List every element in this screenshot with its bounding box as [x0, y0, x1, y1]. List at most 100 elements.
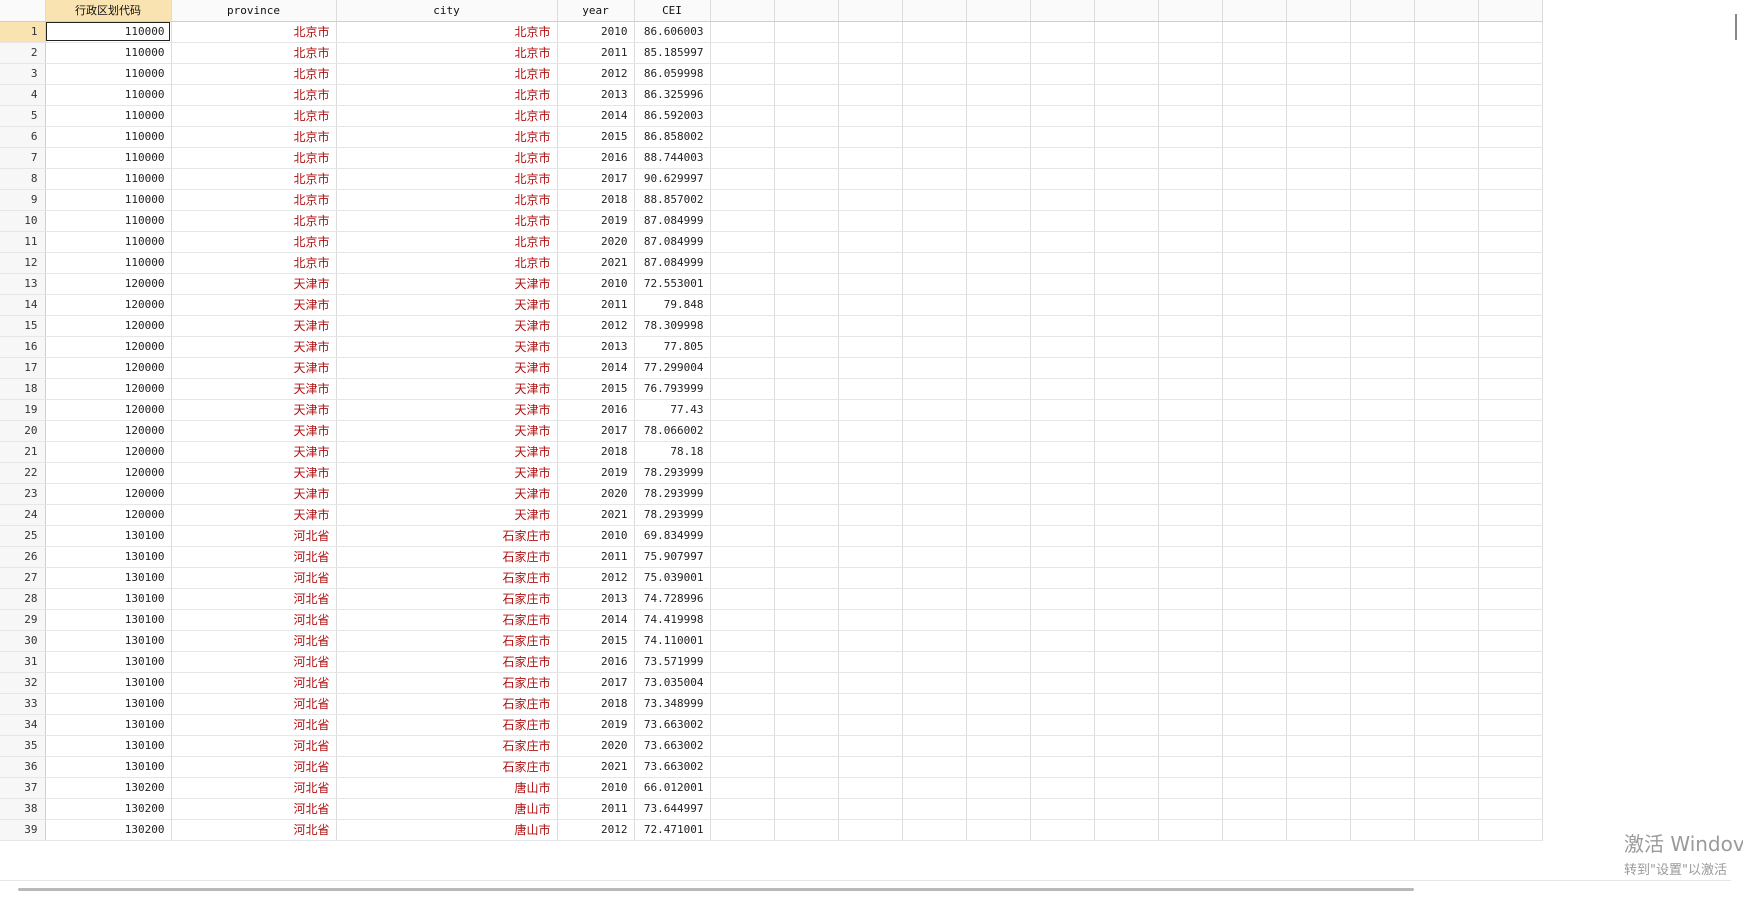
empty-cell[interactable] [1478, 357, 1543, 379]
empty-cell[interactable] [710, 189, 775, 211]
empty-cell[interactable] [1414, 651, 1479, 673]
empty-cell[interactable] [1030, 504, 1095, 526]
data-cell[interactable]: 天津市 [336, 504, 558, 526]
data-cell[interactable]: 130100 [45, 609, 172, 631]
empty-cell[interactable] [1222, 735, 1287, 757]
empty-cell[interactable] [1158, 441, 1223, 463]
empty-column-header[interactable] [1414, 0, 1479, 22]
data-cell[interactable]: 天津市 [171, 399, 337, 421]
data-cell[interactable]: 86.858002 [634, 126, 711, 148]
empty-cell[interactable] [774, 420, 839, 442]
empty-cell[interactable] [1414, 210, 1479, 232]
data-cell[interactable]: 天津市 [171, 294, 337, 316]
empty-cell[interactable] [1478, 693, 1543, 715]
empty-cell[interactable] [838, 735, 903, 757]
empty-cell[interactable] [1478, 588, 1543, 610]
empty-cell[interactable] [902, 231, 967, 253]
empty-cell[interactable] [838, 357, 903, 379]
empty-cell[interactable] [1286, 231, 1351, 253]
empty-cell[interactable] [710, 693, 775, 715]
empty-cell[interactable] [1030, 819, 1095, 841]
data-cell[interactable]: 2010 [557, 21, 635, 43]
empty-cell[interactable] [1350, 252, 1415, 274]
data-cell[interactable]: 北京市 [336, 42, 558, 64]
empty-cell[interactable] [1286, 357, 1351, 379]
empty-cell[interactable] [1094, 378, 1159, 400]
vertical-scroll-thumb[interactable] [1735, 14, 1737, 40]
empty-cell[interactable] [1158, 609, 1223, 631]
empty-cell[interactable] [838, 777, 903, 799]
empty-cell[interactable] [1350, 84, 1415, 106]
empty-cell[interactable] [774, 84, 839, 106]
empty-cell[interactable] [1286, 462, 1351, 484]
empty-cell[interactable] [1158, 231, 1223, 253]
empty-cell[interactable] [1478, 462, 1543, 484]
empty-cell[interactable] [1030, 441, 1095, 463]
data-cell[interactable]: 78.18 [634, 441, 711, 463]
data-cell[interactable]: 110000 [45, 189, 172, 211]
column-header[interactable]: 行政区划代码 [45, 0, 172, 22]
empty-cell[interactable] [1286, 294, 1351, 316]
empty-cell[interactable] [966, 126, 1031, 148]
empty-cell[interactable] [1030, 609, 1095, 631]
empty-cell[interactable] [1222, 399, 1287, 421]
empty-cell[interactable] [1030, 231, 1095, 253]
empty-cell[interactable] [1478, 819, 1543, 841]
empty-cell[interactable] [1094, 63, 1159, 85]
empty-cell[interactable] [966, 147, 1031, 169]
empty-cell[interactable] [1414, 315, 1479, 337]
data-cell[interactable]: 130100 [45, 567, 172, 589]
empty-cell[interactable] [774, 651, 839, 673]
empty-cell[interactable] [1286, 147, 1351, 169]
empty-column-header[interactable] [1350, 0, 1415, 22]
data-cell[interactable]: 2011 [557, 294, 635, 316]
empty-cell[interactable] [1222, 546, 1287, 568]
empty-cell[interactable] [1222, 714, 1287, 736]
empty-cell[interactable] [1350, 567, 1415, 589]
empty-cell[interactable] [1158, 273, 1223, 295]
data-cell[interactable]: 120000 [45, 378, 172, 400]
horizontal-scrollbar[interactable] [0, 880, 1731, 898]
empty-cell[interactable] [774, 630, 839, 652]
empty-cell[interactable] [902, 546, 967, 568]
data-cell[interactable]: 120000 [45, 315, 172, 337]
data-cell[interactable]: 北京市 [336, 189, 558, 211]
empty-cell[interactable] [1478, 315, 1543, 337]
empty-cell[interactable] [1286, 672, 1351, 694]
data-cell[interactable]: 2012 [557, 567, 635, 589]
empty-cell[interactable] [902, 672, 967, 694]
empty-cell[interactable] [1094, 168, 1159, 190]
empty-cell[interactable] [1414, 483, 1479, 505]
empty-cell[interactable] [1094, 336, 1159, 358]
empty-cell[interactable] [710, 588, 775, 610]
data-cell[interactable]: 2010 [557, 525, 635, 547]
row-number[interactable]: 19 [0, 399, 46, 421]
row-number[interactable]: 21 [0, 441, 46, 463]
data-cell[interactable]: 73.663002 [634, 714, 711, 736]
row-number[interactable]: 25 [0, 525, 46, 547]
empty-cell[interactable] [966, 441, 1031, 463]
empty-cell[interactable] [1414, 252, 1479, 274]
empty-cell[interactable] [1414, 588, 1479, 610]
data-cell[interactable]: 天津市 [171, 441, 337, 463]
empty-cell[interactable] [1030, 357, 1095, 379]
empty-cell[interactable] [1030, 777, 1095, 799]
empty-cell[interactable] [1478, 273, 1543, 295]
empty-cell[interactable] [710, 378, 775, 400]
data-cell[interactable]: 2010 [557, 777, 635, 799]
empty-cell[interactable] [838, 798, 903, 820]
empty-cell[interactable] [1414, 777, 1479, 799]
data-cell[interactable]: 北京市 [171, 126, 337, 148]
data-cell[interactable]: 天津市 [336, 441, 558, 463]
row-number[interactable]: 6 [0, 126, 46, 148]
empty-cell[interactable] [966, 609, 1031, 631]
data-cell[interactable]: 河北省 [171, 609, 337, 631]
empty-cell[interactable] [1030, 462, 1095, 484]
data-cell[interactable]: 天津市 [336, 357, 558, 379]
empty-cell[interactable] [838, 147, 903, 169]
empty-cell[interactable] [1094, 147, 1159, 169]
column-header[interactable]: province [171, 0, 337, 22]
empty-cell[interactable] [1158, 588, 1223, 610]
empty-cell[interactable] [1094, 252, 1159, 274]
data-cell[interactable]: 2020 [557, 483, 635, 505]
